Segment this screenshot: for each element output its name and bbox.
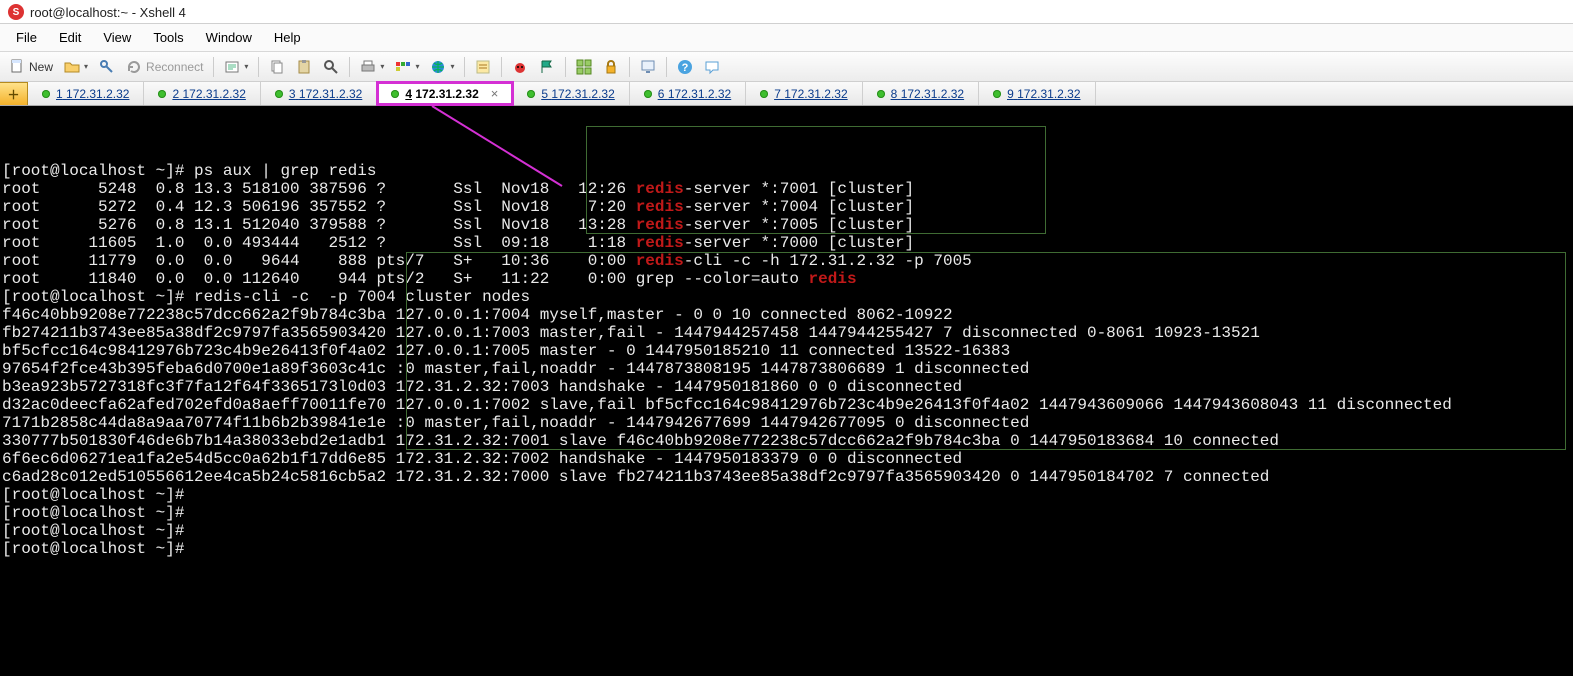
help-button[interactable]: ? — [672, 56, 698, 78]
menu-file[interactable]: File — [6, 27, 47, 48]
open-button[interactable]: ▾ — [59, 56, 93, 78]
paste-button[interactable] — [291, 56, 317, 78]
print-button[interactable]: ▾ — [355, 56, 389, 78]
status-dot-icon — [391, 90, 399, 98]
bubble-icon — [704, 59, 720, 75]
send-button[interactable]: ▾ — [219, 56, 253, 78]
close-tab-icon[interactable]: × — [491, 86, 499, 101]
magnifier-icon — [323, 59, 339, 75]
status-dot-icon — [644, 90, 652, 98]
tile-button[interactable] — [571, 56, 597, 78]
tab-strip: ＋ 1 172.31.2.32 2 172.31.2.32 3 172.31.2… — [0, 82, 1573, 106]
reconnect-label: Reconnect — [146, 60, 203, 74]
ladybug-icon — [512, 59, 528, 75]
palette-icon — [395, 59, 411, 75]
status-dot-icon — [877, 90, 885, 98]
tab-5[interactable]: 5 172.31.2.32 — [513, 82, 629, 105]
about-button[interactable] — [699, 56, 725, 78]
tab-6[interactable]: 6 172.31.2.32 — [630, 82, 746, 105]
xftp-button[interactable] — [507, 56, 533, 78]
menu-bar: File Edit View Tools Window Help — [0, 24, 1573, 52]
terminal[interactable]: [root@localhost ~]# ps aux | grep redis … — [0, 106, 1573, 676]
copy-icon — [269, 59, 285, 75]
window-title: root@localhost:~ - Xshell 4 — [30, 5, 186, 20]
menu-view[interactable]: View — [93, 27, 141, 48]
reconnect-button[interactable]: Reconnect — [121, 56, 208, 78]
session-button[interactable] — [635, 56, 661, 78]
reconnect-icon — [126, 59, 142, 75]
tab-7[interactable]: 7 172.31.2.32 — [746, 82, 862, 105]
status-dot-icon — [158, 90, 166, 98]
key-icon — [99, 59, 115, 75]
send-icon — [224, 59, 240, 75]
tile-icon — [576, 59, 592, 75]
flag-icon — [539, 59, 555, 75]
svg-text:?: ? — [682, 62, 689, 74]
add-tab-button[interactable]: ＋ — [0, 82, 28, 105]
status-dot-icon — [275, 90, 283, 98]
monitor-icon — [640, 59, 656, 75]
status-dot-icon — [42, 90, 50, 98]
menu-help[interactable]: Help — [264, 27, 311, 48]
printer-icon — [360, 59, 376, 75]
new-label: New — [29, 60, 53, 74]
xagent-button[interactable] — [534, 56, 560, 78]
script-icon — [475, 59, 491, 75]
find-button[interactable] — [318, 56, 344, 78]
menu-tools[interactable]: Tools — [143, 27, 193, 48]
tab-8[interactable]: 8 172.31.2.32 — [863, 82, 979, 105]
tab-9[interactable]: 9 172.31.2.32 — [979, 82, 1095, 105]
tab-4[interactable]: 4 172.31.2.32× — [377, 82, 513, 105]
tab-3[interactable]: 3 172.31.2.32 — [261, 82, 377, 105]
app-icon: S — [8, 4, 24, 20]
menu-edit[interactable]: Edit — [49, 27, 91, 48]
tab-2[interactable]: 2 172.31.2.32 — [144, 82, 260, 105]
properties-button[interactable] — [94, 56, 120, 78]
globe-button[interactable]: ▾ — [425, 56, 459, 78]
menu-window[interactable]: Window — [196, 27, 262, 48]
script-button[interactable] — [470, 56, 496, 78]
color-button[interactable]: ▾ — [390, 56, 424, 78]
help-icon: ? — [677, 59, 693, 75]
tab-1[interactable]: 1 172.31.2.32 — [28, 82, 144, 105]
toolbar: New ▾ Reconnect ▾ ▾ ▾ ▾ ? — [0, 52, 1573, 82]
status-dot-icon — [993, 90, 1001, 98]
folder-icon — [64, 59, 80, 75]
globe-icon — [430, 59, 446, 75]
paste-icon — [296, 59, 312, 75]
file-icon — [9, 59, 25, 75]
new-button[interactable]: New — [4, 56, 58, 78]
copy-button[interactable] — [264, 56, 290, 78]
status-dot-icon — [760, 90, 768, 98]
title-bar: S root@localhost:~ - Xshell 4 — [0, 0, 1573, 24]
lock-button[interactable] — [598, 56, 624, 78]
lock-icon — [603, 59, 619, 75]
status-dot-icon — [527, 90, 535, 98]
